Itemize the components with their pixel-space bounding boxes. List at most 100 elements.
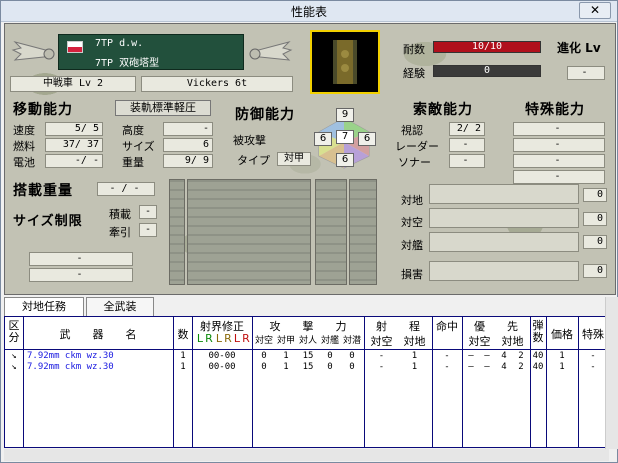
horizontal-scrollbar[interactable] [4, 449, 609, 461]
load-value: - [139, 205, 157, 219]
cell-atk-sub: 0 [349, 362, 355, 372]
cell-pri-a: — [468, 351, 474, 361]
cell-atk-ship: 0 [327, 351, 333, 361]
cell-atk-ship: 0 [327, 362, 333, 372]
attacked-type-label-2: タイプ [237, 154, 270, 167]
cell-rng-ground: 1 [411, 362, 418, 372]
header-range: 射 程 [376, 320, 420, 333]
table-row[interactable]: ↘ 7.92mm ckm wz.30 1 00-00 0 1 15 0 0 - 1 - — — 4 2 40 1 - [5, 351, 608, 362]
evolution-label: 進化 Lv [557, 41, 601, 55]
equipment-button[interactable]: 装軌標準軽圧 [115, 100, 211, 116]
cargo-slot-4 [349, 179, 377, 285]
tow-label: 牽引 [109, 226, 131, 239]
load-weight-title: 搭載重量 [13, 183, 73, 199]
header-accuracy: 命中 [436, 320, 458, 333]
fuel-label: 燃料 [13, 140, 35, 153]
exp-value: 0 [483, 65, 491, 76]
cell-atk-armor: 1 [283, 351, 289, 361]
cargo-slot-1 [169, 179, 185, 285]
speed-label: 速度 [13, 124, 35, 137]
unit-name-box: 7TP d.w. 7TP 双砲塔型 [58, 34, 244, 70]
tab-all-weapons[interactable]: 全武装 [86, 297, 154, 316]
cell-pri-b: — [484, 362, 490, 372]
ground-bar [429, 184, 579, 204]
cargo-slot-2 [187, 179, 311, 285]
tank-icon [333, 40, 357, 84]
special-slot-3: - [513, 154, 605, 168]
cell-ammo: 40 [532, 362, 544, 372]
cell-atk-sub: 0 [349, 351, 355, 361]
attacked-type-value: 対甲 [277, 152, 311, 166]
header-kubun: 区分 [8, 319, 20, 344]
evolution-value: - [567, 66, 605, 80]
cell-fire: 00-00 [208, 362, 236, 372]
table-header: 区分 武 器 名 数 射界修正 L R L R L R 攻 撃 力 対空 対甲 … [5, 317, 608, 350]
cell-atk-person: 15 [302, 362, 314, 372]
hp-value: 10/10 [471, 41, 503, 52]
header-atk-armor: 対甲 [276, 336, 295, 346]
cell-weapon: 7.92mm ckm wz.30 [27, 351, 114, 361]
cell-rng-air: - [378, 362, 385, 372]
air-bar [429, 208, 579, 228]
armor-right: 6 [358, 132, 376, 146]
battery-label: 電池 [13, 156, 35, 169]
size-value: 6 [163, 138, 213, 152]
cell-atk-person: 15 [302, 351, 314, 361]
weapon-type-icon: ↘ [11, 351, 17, 361]
air-label: 対空 [401, 216, 423, 229]
header-weapon-name: 武 器 名 [59, 328, 137, 341]
vertical-scrollbar[interactable] [605, 297, 618, 449]
header-pri-air: 対空 [468, 335, 491, 348]
stats-panel: 7TP d.w. 7TP 双砲塔型 中戦車 Lv 2 Vickers 6t 耐数… [4, 23, 616, 295]
vision-label: 視認 [401, 124, 423, 137]
loading-bottom-1: - [29, 252, 133, 266]
damage-value: 0 [583, 264, 607, 278]
header-fire-r1: R [205, 332, 213, 345]
cell-count: 1 [180, 351, 186, 361]
sonar-label: ソナー [398, 156, 431, 169]
header-count: 数 [177, 328, 189, 341]
damage-label: 損害 [401, 268, 423, 281]
cell-atk-air: 0 [261, 362, 267, 372]
cell-weapon: 7.92mm ckm wz.30 [27, 362, 114, 372]
ground-value: 0 [583, 188, 607, 202]
armor-left: 6 [314, 132, 332, 146]
cell-rng-ground: 1 [411, 351, 418, 361]
cell-price: 1 [559, 351, 565, 361]
attacked-type-label-1: 被攻撃 [233, 134, 266, 147]
damage-bar [429, 261, 579, 281]
table-row[interactable]: ↘ 7.92mm ckm wz.30 1 00-00 0 1 15 0 0 - 1 - — — 4 2 40 1 - [5, 362, 608, 373]
special-slot-1: - [513, 122, 605, 136]
unit-name-line1: 7TP d.w. [95, 38, 144, 49]
cell-atk-air: 0 [261, 351, 267, 361]
cell-price: 1 [559, 362, 565, 372]
search-title: 索敵能力 [413, 102, 473, 118]
cell-pri-ground: 2 [518, 362, 524, 372]
special-slot-2: - [513, 138, 605, 152]
weapon-type-icon: ↘ [11, 362, 17, 372]
size-label: サイズ [122, 140, 155, 153]
right-wing-icon [249, 41, 293, 61]
air-value: 0 [583, 212, 607, 226]
altitude-label: 高度 [122, 124, 144, 137]
close-button[interactable]: ✕ [579, 2, 611, 19]
left-wing-icon [11, 41, 55, 61]
header-attack: 攻 撃 力 [269, 320, 347, 333]
special-slot-4: - [513, 170, 605, 184]
battery-value: -/ - [45, 154, 103, 168]
unit-name-line2: 7TP 双砲塔型 [95, 58, 160, 69]
header-pri-ground: 対地 [501, 335, 524, 348]
hp-label: 耐数 [403, 43, 425, 56]
cell-pri-ground: 2 [518, 351, 524, 361]
tab-ground-mission[interactable]: 対地任務 [4, 297, 84, 317]
header-priority: 優 先 [474, 320, 518, 333]
cell-ammo: 40 [532, 351, 544, 361]
tow-value: - [139, 223, 157, 237]
altitude-value: - [163, 122, 213, 136]
ship-label: 対艦 [401, 239, 423, 252]
cell-fire: 00-00 [208, 351, 236, 361]
header-fire-r3: R [242, 332, 250, 345]
cargo-slot-3 [315, 179, 347, 285]
cell-pri-air: 4 [501, 351, 507, 361]
cell-pri-air: 4 [501, 362, 507, 372]
